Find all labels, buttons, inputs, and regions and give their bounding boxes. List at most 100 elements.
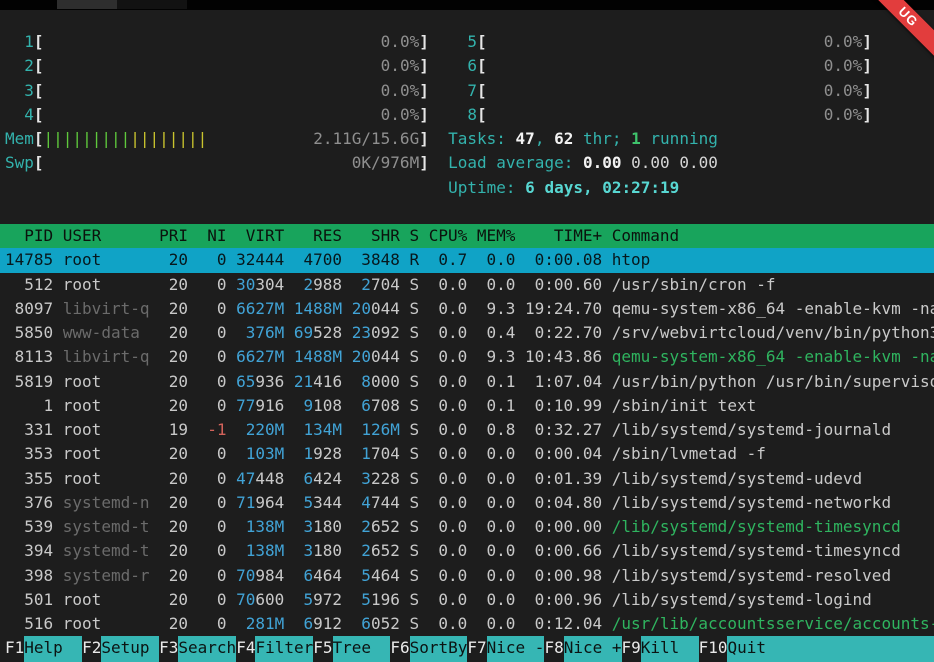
cell-state: S — [409, 418, 419, 442]
cell-text: root — [63, 444, 102, 463]
process-row-516[interactable]: 516root200281M69126052S0.00.00:12.04/usr… — [0, 612, 934, 636]
cell-user: systemd-n — [63, 491, 150, 515]
fkey-f6[interactable]: F6SortBy — [390, 636, 467, 662]
cell-text: 0.8 — [487, 420, 516, 439]
column-header-pid[interactable]: PID — [5, 224, 53, 248]
cell-text: 936 — [255, 372, 284, 391]
cell-virt: 103M — [236, 442, 284, 466]
cell-cpu: 0.0 — [429, 273, 468, 297]
tasks-summary-segment: thr; — [573, 127, 631, 151]
meter-body: 0K/976M — [44, 151, 420, 175]
meter-body: 0.0% — [44, 103, 420, 127]
column-header-mem[interactable]: MEM% — [477, 224, 516, 248]
cell-text: root — [63, 590, 102, 609]
fkey-label: SortBy — [410, 636, 468, 662]
column-header-user[interactable]: USER — [63, 224, 150, 248]
column-header-command[interactable]: Command — [612, 224, 934, 248]
cell-pid: 5819 — [5, 370, 53, 394]
meter-value: 2.11G/15.6G — [313, 127, 419, 151]
cell-cpu: 0.0 — [429, 539, 468, 563]
cell-text: 0 — [217, 444, 227, 463]
cell-text: /lib/systemd/systemd-journald — [612, 420, 891, 439]
fkey-bar-filler — [785, 636, 934, 662]
cell-text: 0.0 — [438, 614, 467, 633]
cell-text: 0.0 — [438, 517, 467, 536]
column-header-pri[interactable]: PRI — [159, 224, 188, 248]
cell-text: 0:10.99 — [535, 396, 602, 415]
process-row-398[interactable]: 398systemd-r2007098464645464S0.00.00:00.… — [0, 564, 934, 588]
meter-value: 0.0% — [381, 79, 420, 103]
fkey-f10[interactable]: F10Quit — [699, 636, 786, 662]
cell-res: 1928 — [294, 442, 342, 466]
cell-text: htop — [612, 250, 651, 269]
cell-ni: 0 — [198, 515, 227, 539]
cell-time: 0:32.27 — [525, 418, 602, 442]
cell-text: 1 — [361, 444, 371, 463]
fkey-f8[interactable]: F8Nice + — [544, 636, 621, 662]
cell-text: 0.0 — [487, 444, 516, 463]
process-row-355[interactable]: 355root2004744864243228S0.00.00:01.39/li… — [0, 467, 934, 491]
cell-virt: 138M — [236, 515, 284, 539]
fkey-f3[interactable]: F3Search — [159, 636, 236, 662]
meter-value: 0.0% — [381, 30, 420, 54]
process-row-8097[interactable]: 8097libvirt-q2006627M1488M20044S0.09.319… — [0, 297, 934, 321]
process-row-512[interactable]: 512root2003030429882704S0.00.00:00.60/us… — [0, 273, 934, 297]
fkey-f2[interactable]: F2Setup — [82, 636, 159, 662]
column-header-virt[interactable]: VIRT — [236, 224, 284, 248]
cell-pid: 8113 — [5, 345, 53, 369]
cell-virt: 70984 — [236, 564, 284, 588]
cell-text: 708 — [371, 396, 400, 415]
process-row-14785[interactable]: 14785root2003244447003848R0.70.00:00.08h… — [0, 248, 934, 272]
column-header-state[interactable]: S — [409, 224, 419, 248]
cell-text: 344 — [313, 493, 342, 512]
cell-text: 0.0 — [438, 566, 467, 585]
cell-text: 1488M — [294, 347, 342, 366]
fkey-f9[interactable]: F9Kill — [622, 636, 699, 662]
column-header-res[interactable]: RES — [294, 224, 342, 248]
cell-shr: 2652 — [352, 515, 400, 539]
cell-text: 20 — [352, 299, 371, 318]
cell-text: 0.0 — [438, 372, 467, 391]
cell-res: 9108 — [294, 394, 342, 418]
cell-text: 14785 — [5, 250, 53, 269]
meter-close-bracket: ] — [419, 151, 429, 175]
process-row-8113[interactable]: 8113libvirt-q2006627M1488M20044S0.09.310… — [0, 345, 934, 369]
column-header-cpu[interactable]: CPU% — [429, 224, 468, 248]
cell-text: 20 — [169, 323, 188, 342]
column-header-time[interactable]: TIME+ — [525, 224, 602, 248]
fkey-f1[interactable]: F1Help — [5, 636, 82, 662]
cell-text: 8 — [361, 372, 371, 391]
cell-command: /lib/systemd/systemd-logind — [612, 588, 934, 612]
cell-pid: 14785 — [5, 248, 53, 272]
cell-text: 20 — [169, 566, 188, 585]
process-row-5819[interactable]: 5819root20065936214168000S0.00.11:07.04/… — [0, 370, 934, 394]
uptime-segment: 6 days, 02:27:19 — [525, 176, 679, 200]
cell-user: systemd-t — [63, 515, 150, 539]
tasks-summary-segment: 47 — [516, 127, 535, 151]
process-row-376[interactable]: 376systemd-n2007196453444744S0.00.00:04.… — [0, 491, 934, 515]
fkey-f5[interactable]: F5Tree — [313, 636, 390, 662]
cell-time: 10:43.86 — [525, 345, 602, 369]
meter-value: 0.0% — [824, 30, 863, 54]
process-row-5850[interactable]: 5850www-data200376M6952823092S0.00.40:22… — [0, 321, 934, 345]
cell-virt: 47448 — [236, 467, 284, 491]
fkey-f7[interactable]: F7Nice - — [467, 636, 544, 662]
fkey-f4[interactable]: F4Filter — [236, 636, 313, 662]
cell-text: 044 — [371, 347, 400, 366]
cell-text: S — [409, 275, 419, 294]
cell-text: 984 — [255, 566, 284, 585]
cell-command: /lib/systemd/systemd-networkd — [612, 491, 934, 515]
fkey-key: F4 — [236, 636, 255, 662]
process-row-539[interactable]: 539systemd-t200138M31802652S0.00.00:00.0… — [0, 515, 934, 539]
column-header-shr[interactable]: SHR — [352, 224, 400, 248]
process-row-394[interactable]: 394systemd-t200138M31802652S0.00.00:00.6… — [0, 539, 934, 563]
process-row-353[interactable]: 353root200103M19281704S0.00.00:00.04/sbi… — [0, 442, 934, 466]
cell-ni: -1 — [198, 418, 227, 442]
column-header-ni[interactable]: NI — [198, 224, 227, 248]
meter-body: 0.0% — [487, 54, 863, 78]
process-row-1[interactable]: 1root2007791691086708S0.00.10:10.99/sbin… — [0, 394, 934, 418]
cell-text: 134M — [304, 420, 343, 439]
process-row-501[interactable]: 501root2007060059725196S0.00.00:00.96/li… — [0, 588, 934, 612]
process-row-331[interactable]: 331root19-1220M134M126MS0.00.80:32.27/li… — [0, 418, 934, 442]
cell-text: 0 — [217, 517, 227, 536]
